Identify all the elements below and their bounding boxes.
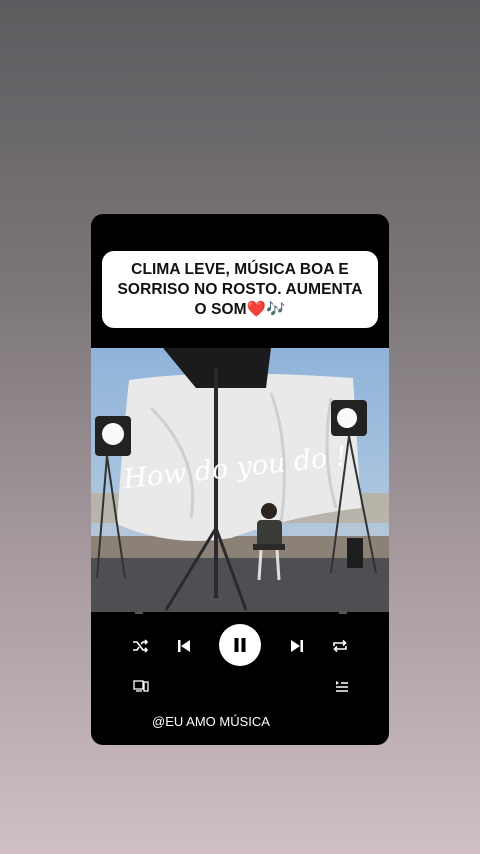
person-body	[257, 520, 282, 548]
devices-button[interactable]	[132, 678, 150, 694]
left-spotlight-bulb	[102, 423, 124, 445]
caption-text: CLIMA LEVE, MÚSICA BOA E SORRISO NO ROST…	[117, 260, 362, 320]
skip-next-icon	[291, 640, 303, 652]
pause-icon	[234, 638, 246, 652]
video-scene: How do you do !	[91, 348, 389, 612]
rooftop-railing	[91, 536, 389, 558]
person-leg	[275, 549, 281, 581]
shuffle-button[interactable]	[129, 635, 151, 657]
queue-button[interactable]	[333, 678, 351, 694]
previous-button[interactable]	[173, 635, 195, 657]
repeat-icon	[333, 639, 347, 653]
next-button[interactable]	[286, 635, 308, 657]
chair	[253, 544, 285, 550]
music-card: CLIMA LEVE, MÚSICA BOA E SORRISO NO ROST…	[91, 214, 389, 745]
progress-timeline[interactable]	[91, 612, 389, 618]
queue-icon	[336, 680, 348, 692]
shuffle-icon	[133, 639, 149, 653]
music-video-frame[interactable]: How do you do !	[91, 348, 389, 612]
playback-controls	[91, 619, 389, 669]
pause-button[interactable]	[219, 624, 261, 666]
right-spotlight-bulb	[337, 408, 357, 428]
devices-icon	[133, 680, 149, 692]
caption-line-2: SORRISO NO ROSTO. AUMENTA	[117, 280, 363, 298]
timeline-marker	[135, 612, 143, 614]
repeat-button[interactable]	[329, 635, 351, 657]
person-leg	[257, 549, 263, 581]
timeline-marker	[339, 612, 347, 614]
secondary-controls	[91, 674, 389, 698]
caption-box: CLIMA LEVE, MÚSICA BOA E SORRISO NO ROST…	[102, 251, 378, 328]
person-head	[261, 503, 277, 519]
channel-handle: @EU AMO MÚSICA	[152, 714, 270, 729]
equipment-case	[347, 538, 363, 568]
rooftop-floor	[91, 553, 389, 612]
caption-line-1: CLIMA LEVE, MÚSICA BOA E	[131, 260, 349, 278]
caption-line-3: O SOM❤️🎶	[194, 300, 286, 318]
skip-previous-icon	[178, 640, 190, 652]
